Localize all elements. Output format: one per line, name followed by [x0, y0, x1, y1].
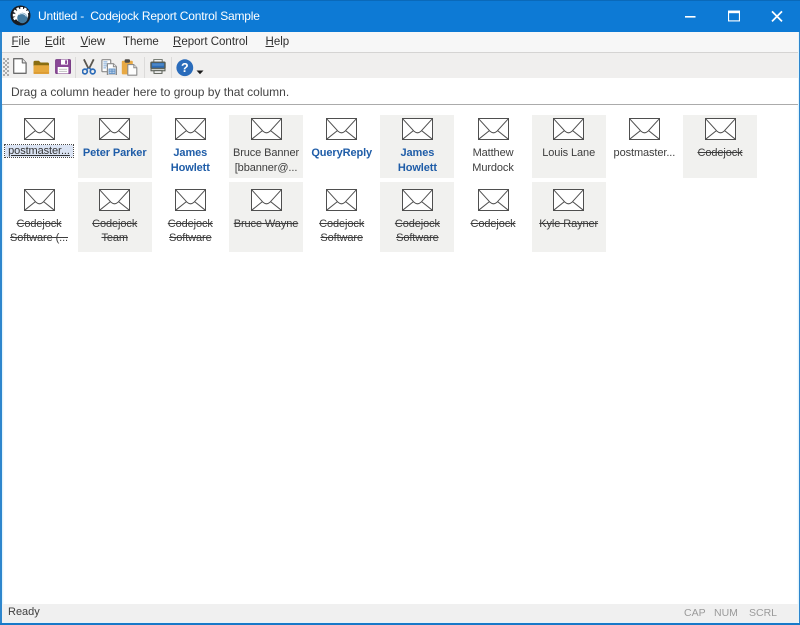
svg-text:?: ? — [180, 61, 188, 75]
